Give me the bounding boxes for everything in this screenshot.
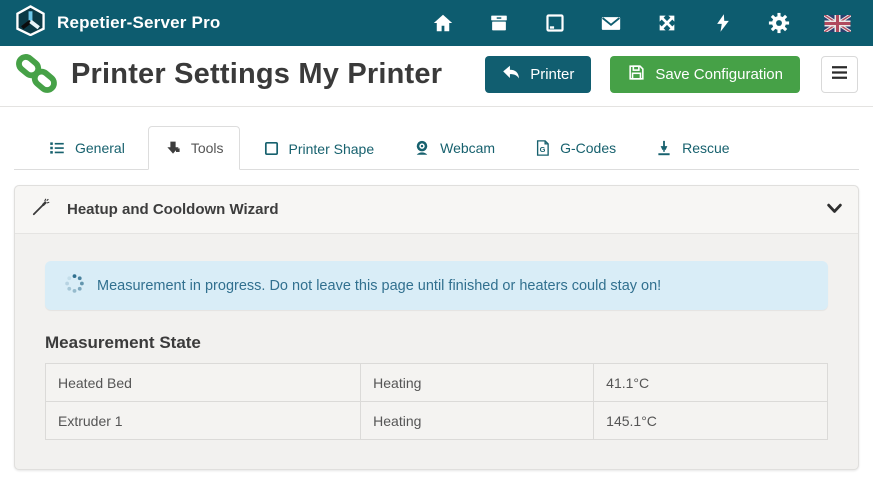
spinner-icon bbox=[65, 274, 84, 297]
measurement-state-table: Heated Bed Heating 41.1°C Extruder 1 Hea… bbox=[45, 363, 828, 440]
heatup-wizard-panel-header[interactable]: Heatup and Cooldown Wizard bbox=[15, 186, 858, 234]
square-outline-icon bbox=[263, 140, 280, 157]
printer-box-icon[interactable] bbox=[488, 12, 510, 34]
power-icon[interactable] bbox=[712, 12, 734, 34]
status-cell: Heating bbox=[361, 364, 594, 402]
tab-tools[interactable]: Tools bbox=[148, 126, 240, 170]
panel-title: Heatup and Cooldown Wizard bbox=[67, 201, 279, 218]
alert-message: Measurement in progress. Do not leave th… bbox=[97, 278, 661, 294]
tab-gcodes-label: G-Codes bbox=[560, 140, 616, 156]
tab-general[interactable]: General bbox=[32, 126, 141, 170]
page-title: Printer Settings My Printer bbox=[71, 58, 442, 91]
tab-printer-shape[interactable]: Printer Shape bbox=[247, 127, 391, 170]
home-icon[interactable] bbox=[432, 12, 454, 34]
brand-title: Repetier-Server Pro bbox=[57, 13, 220, 33]
device-cell: Extruder 1 bbox=[46, 402, 361, 440]
more-menu-button[interactable] bbox=[821, 56, 858, 93]
fullscreen-icon[interactable] bbox=[656, 12, 678, 34]
panel-body: Measurement in progress. Do not leave th… bbox=[15, 234, 858, 469]
chevron-down-icon bbox=[827, 201, 842, 219]
messages-icon[interactable] bbox=[600, 12, 622, 34]
repetier-logo-icon bbox=[15, 5, 46, 41]
tab-printer-shape-label: Printer Shape bbox=[289, 141, 375, 157]
touchscreen-icon[interactable] bbox=[544, 12, 566, 34]
measurement-state-heading: Measurement State bbox=[45, 333, 828, 353]
settings-tab-bar: General Tools Printer Shape bbox=[14, 126, 859, 170]
tab-webcam[interactable]: Webcam bbox=[397, 126, 511, 170]
webcam-icon bbox=[413, 139, 431, 157]
chain-link-icon bbox=[16, 53, 58, 95]
tab-gcodes[interactable]: G G-Codes bbox=[518, 126, 632, 170]
status-cell: Heating bbox=[361, 402, 594, 440]
magic-wand-icon bbox=[31, 198, 50, 222]
navbar-icon-group bbox=[432, 12, 851, 34]
table-row: Extruder 1 Heating 145.1°C bbox=[46, 402, 828, 440]
hotend-rescue-icon bbox=[655, 139, 673, 157]
heatup-wizard-panel: Heatup and Cooldown Wizard Me bbox=[14, 185, 859, 470]
device-cell: Heated Bed bbox=[46, 364, 361, 402]
back-to-printer-label: Printer bbox=[530, 66, 574, 83]
list-icon bbox=[48, 139, 66, 157]
save-configuration-button[interactable]: Save Configuration bbox=[610, 56, 800, 93]
extruder-icon bbox=[164, 139, 182, 157]
page-header: Printer Settings My Printer Printer Save… bbox=[0, 46, 873, 107]
hamburger-icon bbox=[831, 65, 848, 83]
reply-arrow-icon bbox=[502, 64, 521, 85]
save-configuration-label: Save Configuration bbox=[655, 66, 783, 83]
top-navbar: Repetier-Server Pro bbox=[0, 0, 873, 46]
tab-webcam-label: Webcam bbox=[440, 140, 495, 156]
tab-tools-label: Tools bbox=[191, 140, 224, 156]
language-flag-uk-icon[interactable] bbox=[824, 12, 851, 34]
temperature-cell: 41.1°C bbox=[594, 364, 828, 402]
measurement-progress-alert: Measurement in progress. Do not leave th… bbox=[45, 261, 828, 310]
temperature-cell: 145.1°C bbox=[594, 402, 828, 440]
save-icon bbox=[627, 63, 646, 86]
header-actions: Printer Save Configuration bbox=[485, 56, 858, 93]
table-row: Heated Bed Heating 41.1°C bbox=[46, 364, 828, 402]
back-to-printer-button[interactable]: Printer bbox=[485, 56, 591, 93]
tab-rescue-label: Rescue bbox=[682, 140, 729, 156]
tab-rescue[interactable]: Rescue bbox=[639, 126, 745, 170]
gcode-file-icon: G bbox=[534, 139, 551, 157]
tab-general-label: General bbox=[75, 140, 125, 156]
settings-icon[interactable] bbox=[768, 12, 790, 34]
brand-home-link[interactable]: Repetier-Server Pro bbox=[15, 5, 220, 41]
svg-text:G: G bbox=[540, 145, 546, 154]
